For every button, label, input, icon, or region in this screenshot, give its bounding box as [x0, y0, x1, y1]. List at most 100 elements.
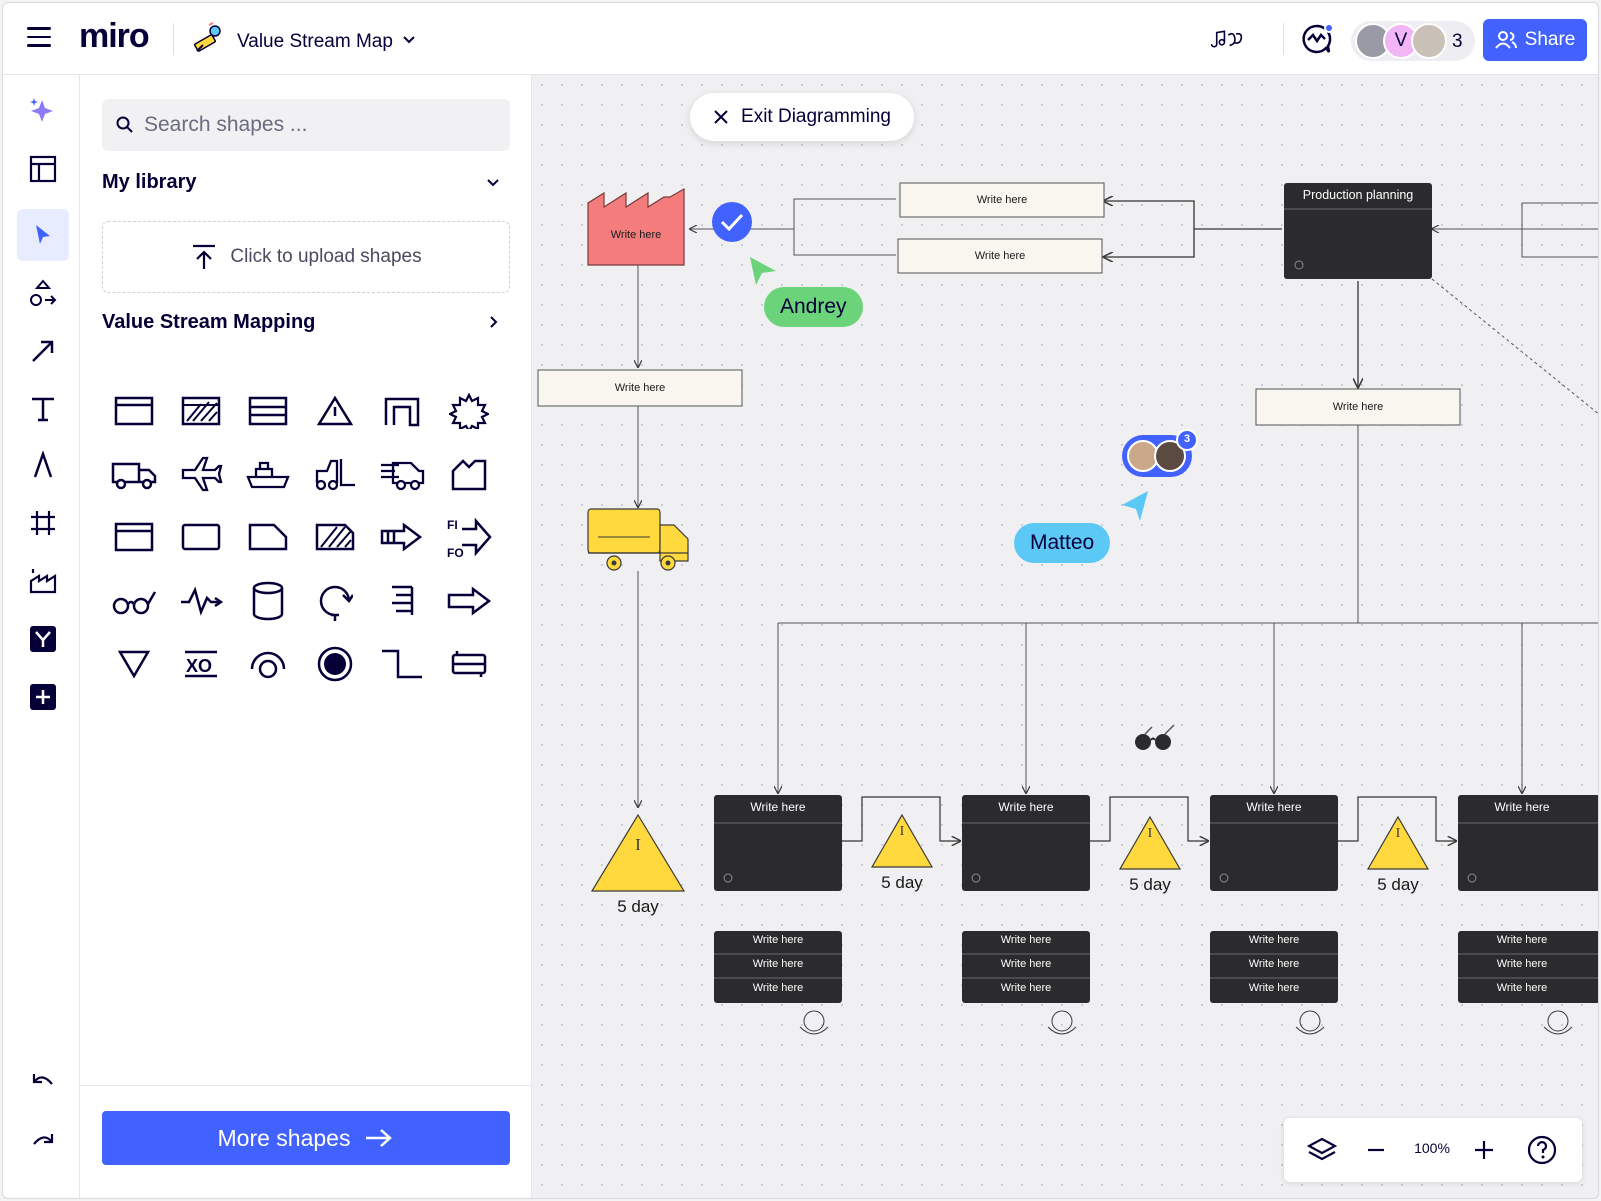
shape-process-box[interactable]: [106, 383, 162, 439]
shape-rectangle[interactable]: [173, 509, 229, 565]
frame-icon: [31, 511, 55, 535]
shape-airplane[interactable]: [173, 446, 229, 502]
shape-ship[interactable]: [240, 446, 296, 502]
reactions-icon[interactable]: [1209, 23, 1245, 55]
data-row[interactable]: Write here: [1210, 982, 1338, 994]
data-row[interactable]: Write here: [714, 958, 842, 970]
shape-inventory-triangle[interactable]: [307, 383, 363, 439]
pen-tool[interactable]: [17, 439, 69, 491]
shape-step-line[interactable]: [374, 636, 430, 692]
text-icon: [32, 397, 54, 422]
vsm-section-title[interactable]: Value Stream Mapping: [102, 311, 315, 334]
process-label[interactable]: Write here: [714, 800, 842, 814]
ai-assist-button[interactable]: [17, 85, 69, 137]
layout-icon: [29, 155, 57, 183]
undo-button[interactable]: [17, 1055, 69, 1107]
left-box-label[interactable]: Write here: [538, 370, 742, 406]
shape-electronic-info[interactable]: [173, 573, 229, 629]
data-row[interactable]: Write here: [714, 982, 842, 994]
data-row[interactable]: Write here: [1458, 958, 1586, 970]
shape-forklift[interactable]: [307, 446, 363, 502]
shape-fifo[interactable]: FI FO: [441, 509, 497, 565]
shape-external-source[interactable]: [441, 446, 497, 502]
shape-push-arrow[interactable]: [374, 509, 430, 565]
xo-text: XO: [186, 656, 212, 676]
shape-cycle[interactable]: [307, 573, 363, 629]
shapes-tool[interactable]: [17, 267, 69, 319]
data-row[interactable]: Write here: [1210, 934, 1338, 946]
inventory-label[interactable]: 5 day: [1358, 875, 1438, 895]
select-tool[interactable]: [17, 209, 69, 261]
shape-signal[interactable]: [240, 636, 296, 692]
inventory-label[interactable]: 5 day: [598, 897, 678, 917]
chevron-down-icon[interactable]: [484, 173, 502, 191]
inventory-label[interactable]: 5 day: [1110, 875, 1190, 895]
my-library-title[interactable]: My library: [102, 171, 196, 194]
shape-cylinder[interactable]: [240, 573, 296, 629]
data-row[interactable]: Write here: [1210, 958, 1338, 970]
shape-bar-box[interactable]: [441, 636, 497, 692]
data-row[interactable]: Write here: [962, 958, 1090, 970]
shape-target[interactable]: [307, 636, 363, 692]
share-button[interactable]: Share: [1483, 19, 1587, 61]
shape-control-box[interactable]: [106, 509, 162, 565]
zoom-in-button[interactable]: [1466, 1132, 1502, 1168]
board-canvas[interactable]: Exit Diagramming Write here Write here W…: [532, 75, 1598, 1198]
connection-line-tool[interactable]: [17, 325, 69, 377]
shape-go-see[interactable]: [106, 573, 162, 629]
zoom-level[interactable]: 100%: [1412, 1140, 1452, 1156]
data-row[interactable]: Write here: [962, 934, 1090, 946]
shape-kanban-card[interactable]: [240, 509, 296, 565]
custom-app-button[interactable]: [17, 613, 69, 665]
redo-button[interactable]: [17, 1115, 69, 1167]
shape-truck[interactable]: [106, 446, 162, 502]
process-label[interactable]: Write here: [1210, 800, 1338, 814]
chevron-down-icon[interactable]: [401, 31, 417, 47]
arrow-icon: [32, 340, 54, 362]
zoom-out-button[interactable]: [1358, 1132, 1394, 1168]
vsm-tool[interactable]: [17, 555, 69, 607]
exit-diagramming-button[interactable]: Exit Diagramming: [690, 93, 914, 141]
shape-xo-load[interactable]: XO: [173, 636, 229, 692]
production-planning-label[interactable]: Production planning: [1284, 188, 1432, 202]
shape-hatched-card[interactable]: [307, 509, 363, 565]
signal-markers: [799, 1010, 1573, 1035]
shape-data-box[interactable]: [240, 383, 296, 439]
board-title[interactable]: Value Stream Map: [237, 31, 393, 53]
data-row[interactable]: Write here: [1458, 934, 1586, 946]
avatar[interactable]: [1411, 23, 1447, 59]
help-button[interactable]: [1524, 1132, 1560, 1168]
matteo-cursor-icon: [1122, 491, 1148, 521]
data-row[interactable]: Write here: [962, 982, 1090, 994]
more-shapes-button[interactable]: More shapes: [102, 1111, 510, 1165]
menu-icon[interactable]: [27, 27, 51, 51]
text-tool[interactable]: [17, 383, 69, 435]
search-box[interactable]: [102, 99, 510, 151]
panel-divider: [80, 1085, 532, 1086]
board-icon[interactable]: [189, 21, 225, 57]
process-label[interactable]: Write here: [1458, 800, 1586, 814]
search-input[interactable]: [144, 99, 494, 151]
shape-hatched-box[interactable]: [173, 383, 229, 439]
info-box-label[interactable]: Write here: [900, 183, 1104, 217]
notification-dot: [1324, 23, 1334, 33]
shape-shipment-arrow[interactable]: [441, 573, 497, 629]
data-row[interactable]: Write here: [714, 934, 842, 946]
supplier-label[interactable]: Write here: [588, 225, 684, 245]
inventory-label[interactable]: 5 day: [862, 873, 942, 893]
upload-shapes-area[interactable]: Click to upload shapes: [102, 221, 510, 293]
shape-express-truck[interactable]: [374, 446, 430, 502]
frame-tool[interactable]: [17, 497, 69, 549]
shape-supermarket[interactable]: [374, 383, 430, 439]
shape-kaizen-burst[interactable]: [441, 383, 497, 439]
chevron-right-icon[interactable]: [484, 313, 502, 331]
shape-withdrawal-list[interactable]: [374, 573, 430, 629]
layers-button[interactable]: [1304, 1132, 1340, 1168]
add-apps-button[interactable]: [17, 671, 69, 723]
shape-down-triangle[interactable]: [106, 636, 162, 692]
templates-button[interactable]: [17, 143, 69, 195]
data-row[interactable]: Write here: [1458, 982, 1586, 994]
process-label[interactable]: Write here: [962, 800, 1090, 814]
right-box-label[interactable]: Write here: [1256, 389, 1460, 425]
info-box-label[interactable]: Write here: [898, 239, 1102, 273]
